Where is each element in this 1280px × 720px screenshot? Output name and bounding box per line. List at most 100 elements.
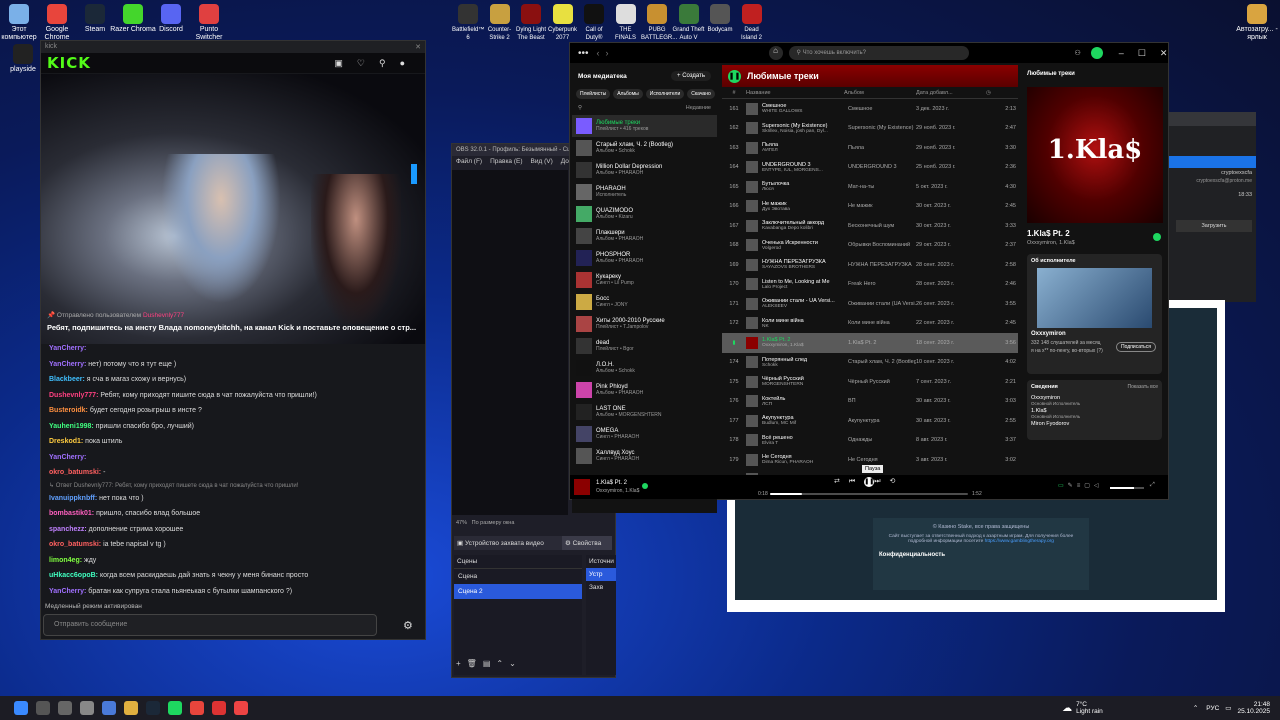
desktop-game-icon[interactable]: Cyberpunk 2077	[547, 4, 579, 42]
desktop-game-icon[interactable]: Bodycam	[704, 4, 736, 34]
track-row[interactable]: 165 Бутылочка Люся Мат-на-ты 5 окт. 2023 г. 4…	[722, 177, 1018, 197]
chrome-icon[interactable]	[190, 701, 204, 715]
desktop-game-icon[interactable]: Battlefield™ 6	[452, 4, 484, 42]
track-row[interactable]: 171 Оживании стали - UA Versi... ALEKSEEV О…	[722, 294, 1018, 314]
menu-dots-icon[interactable]: •••	[578, 48, 589, 59]
library-item[interactable]: PHARAOH Исполнитель	[572, 181, 717, 203]
library-item[interactable]: Босс Сингл • JONY	[572, 291, 717, 313]
obs-preview[interactable]	[452, 170, 568, 515]
user-icon[interactable]: ●	[400, 58, 419, 68]
credit-item[interactable]: Oxxxymiron Основной Исполнитель	[1027, 394, 1162, 407]
volume-icon[interactable]: ◁	[1094, 483, 1103, 489]
track-row[interactable]: 172 Коли мине війна NK Коли мине війна 22 се…	[722, 314, 1018, 334]
track-row[interactable]: 174 Потерянный след Schokk Старый хлам, Ч. …	[722, 353, 1018, 373]
kick-logo[interactable]: KICK	[47, 54, 91, 72]
create-button[interactable]: + Создать	[671, 71, 711, 81]
heart-icon[interactable]: ♡	[357, 58, 379, 68]
track-row[interactable]: 175 Чёрный Русский MORGENSHTERN Чёрный Русс…	[722, 372, 1018, 392]
next-icon[interactable]: ⏭	[874, 478, 889, 485]
now-playing-view-icon[interactable]: ▭	[1058, 483, 1068, 489]
library-item[interactable]: Хиты 2000-2010 Русские Плейлист • T.Jampo…	[572, 313, 717, 335]
chat-username[interactable]: bombastik01:	[49, 510, 94, 517]
close-icon[interactable]: ✕	[1160, 48, 1168, 59]
chat-username[interactable]: Dushevnly777:	[49, 392, 98, 399]
chat-username[interactable]: Yauheni1998:	[49, 423, 94, 430]
lyrics-icon[interactable]: ✎	[1068, 483, 1077, 489]
library-item[interactable]: Халлвуд Хоус Сингл • PHARAOH	[572, 445, 717, 467]
library-item[interactable]: Pink Phloyd Альбом • PHARAOH	[572, 379, 717, 401]
scene-item-active[interactable]: Сцена 2	[454, 584, 582, 599]
shuffle-icon[interactable]: ⇄	[834, 478, 849, 485]
desktop-game-icon[interactable]: Dead Island 2	[736, 4, 768, 42]
friends-icon[interactable]: ⚇	[1075, 49, 1081, 57]
home-icon[interactable]: ⌂	[768, 46, 783, 60]
volume-slider[interactable]	[1110, 487, 1144, 489]
properties-button[interactable]: ⚙ Свойства	[562, 536, 612, 550]
prev-icon[interactable]: ⏮	[849, 478, 864, 485]
trash-icon[interactable]: 🗑	[467, 659, 483, 668]
progress-bar[interactable]	[770, 493, 968, 495]
obs-menu-item[interactable]: Правка (E)	[490, 158, 522, 166]
library-item[interactable]: dead Плейлист • Bgor	[572, 335, 717, 357]
forward-icon[interactable]: ›	[606, 48, 609, 58]
network-icon[interactable]: ▭	[1225, 704, 1231, 712]
track-row[interactable]: 162 Supersonic (My Existence) Skrillex, No…	[722, 119, 1018, 139]
source-item[interactable]: Устр	[586, 568, 616, 581]
track-row[interactable]: 161 Смешное WHITE GALLOWS Смешное 3 дек. 202…	[722, 99, 1018, 119]
track-row[interactable]: 169 НУЖНА ПЕРЕЗАГРУЗКА SAYAZOVS BROTHERS НУ…	[722, 255, 1018, 275]
minimize-icon[interactable]: –	[1119, 48, 1124, 58]
chat-username[interactable]: YanCherry:	[49, 361, 86, 368]
track-row[interactable]: 176 Коктейль ЛСП ВП 30 авг. 2023 г. 3:03	[722, 392, 1018, 412]
spotify-icon[interactable]	[168, 701, 182, 715]
show-all-link[interactable]: Показать все	[1127, 384, 1158, 390]
scene-item[interactable]: Сцена	[454, 569, 582, 584]
clock[interactable]: 21:48 25.10.2025	[1237, 701, 1270, 715]
track-row[interactable]: 168 Оченька Искренности Volgerod Обрывки Во…	[722, 236, 1018, 256]
obs-icon[interactable]	[212, 701, 226, 715]
tray-icons[interactable]: ⌃	[1193, 704, 1198, 712]
steam-icon[interactable]	[146, 701, 160, 715]
track-row[interactable]: 177 Акупунктура Budlum, MC Mif Акупунктура 3…	[722, 411, 1018, 431]
chat-username[interactable]: Busteroidk:	[49, 407, 88, 414]
explorer-icon[interactable]	[124, 701, 138, 715]
add-icon[interactable]: +	[456, 659, 467, 668]
chat-username[interactable]: Ivanuippknbff:	[49, 495, 97, 502]
app-icon[interactable]	[234, 701, 248, 715]
library-item[interactable]: Старый хлам, Ч. 2 (Bootleg) Альбом • Scho…	[572, 137, 717, 159]
library-item[interactable]: Л.О.Н. Альбом • Schokk	[572, 357, 717, 379]
chat-username[interactable]: YanCherry:	[49, 454, 86, 461]
source-item[interactable]: Захв	[586, 581, 616, 594]
library-item[interactable]: PHOSPHOR Альбом • PHARAOH	[572, 247, 717, 269]
close-icon[interactable]: ✕	[415, 43, 421, 51]
track-row[interactable]: 166 Не мажик Дух Эвотава Не мажик 30 окт. 20…	[722, 197, 1018, 217]
gift-icon[interactable]: ▣	[334, 58, 357, 68]
device-icon[interactable]: ▢	[1084, 483, 1094, 489]
weather-widget[interactable]: 7°C Light rain	[1076, 701, 1103, 715]
desktop-game-icon[interactable]: Call of Duty®	[578, 4, 610, 42]
desktop-icon-autoload[interactable]: Автозагру... - ярлык	[1234, 4, 1280, 42]
back-icon[interactable]: ‹	[597, 48, 600, 58]
search-icon[interactable]	[36, 701, 50, 715]
track-row[interactable]: 164 UNDERGROUND 3 ENTYPE, IUL, MORGENS... U…	[722, 158, 1018, 178]
chat-input[interactable]: Отправить сообщение	[43, 614, 377, 636]
desktop-game-icon[interactable]: Counter-Strike 2	[484, 4, 516, 42]
up-icon[interactable]: ⌃	[496, 659, 509, 668]
library-item[interactable]: LAST ONE Альбом • MORGENSHTERN	[572, 401, 717, 423]
desktop-game-icon[interactable]: PUBG BATTLEGR...	[641, 4, 677, 42]
filter-chip[interactable]: Альбомы	[613, 89, 643, 99]
chat-username[interactable]: YanCherry:	[49, 588, 86, 595]
liked-icon[interactable]	[1153, 233, 1161, 241]
follow-button[interactable]: Подписаться	[1116, 342, 1156, 352]
chat-username[interactable]: okro_batumski:	[49, 469, 101, 476]
device-label[interactable]: ▣ Устройство захвата видео	[454, 536, 564, 550]
desktop-icon[interactable]: Punto Switcher	[186, 4, 232, 42]
filter-chip[interactable]: Плейлисты	[576, 89, 611, 99]
chat-username[interactable]: spanchezz:	[49, 526, 87, 533]
chat-username[interactable]: limon4eg:	[49, 557, 82, 564]
fullscreen-icon[interactable]: ⤢	[1150, 482, 1155, 489]
obs-menu-item[interactable]: Файл (F)	[456, 158, 482, 166]
settings-icon[interactable]: ⚙	[403, 619, 413, 632]
start-icon[interactable]	[14, 701, 28, 715]
gambling-therapy-link[interactable]: https://www.gamblingtherapy.org	[985, 539, 1054, 544]
library-item[interactable]: Million Dollar Depression Альбом • PHARAO…	[572, 159, 717, 181]
